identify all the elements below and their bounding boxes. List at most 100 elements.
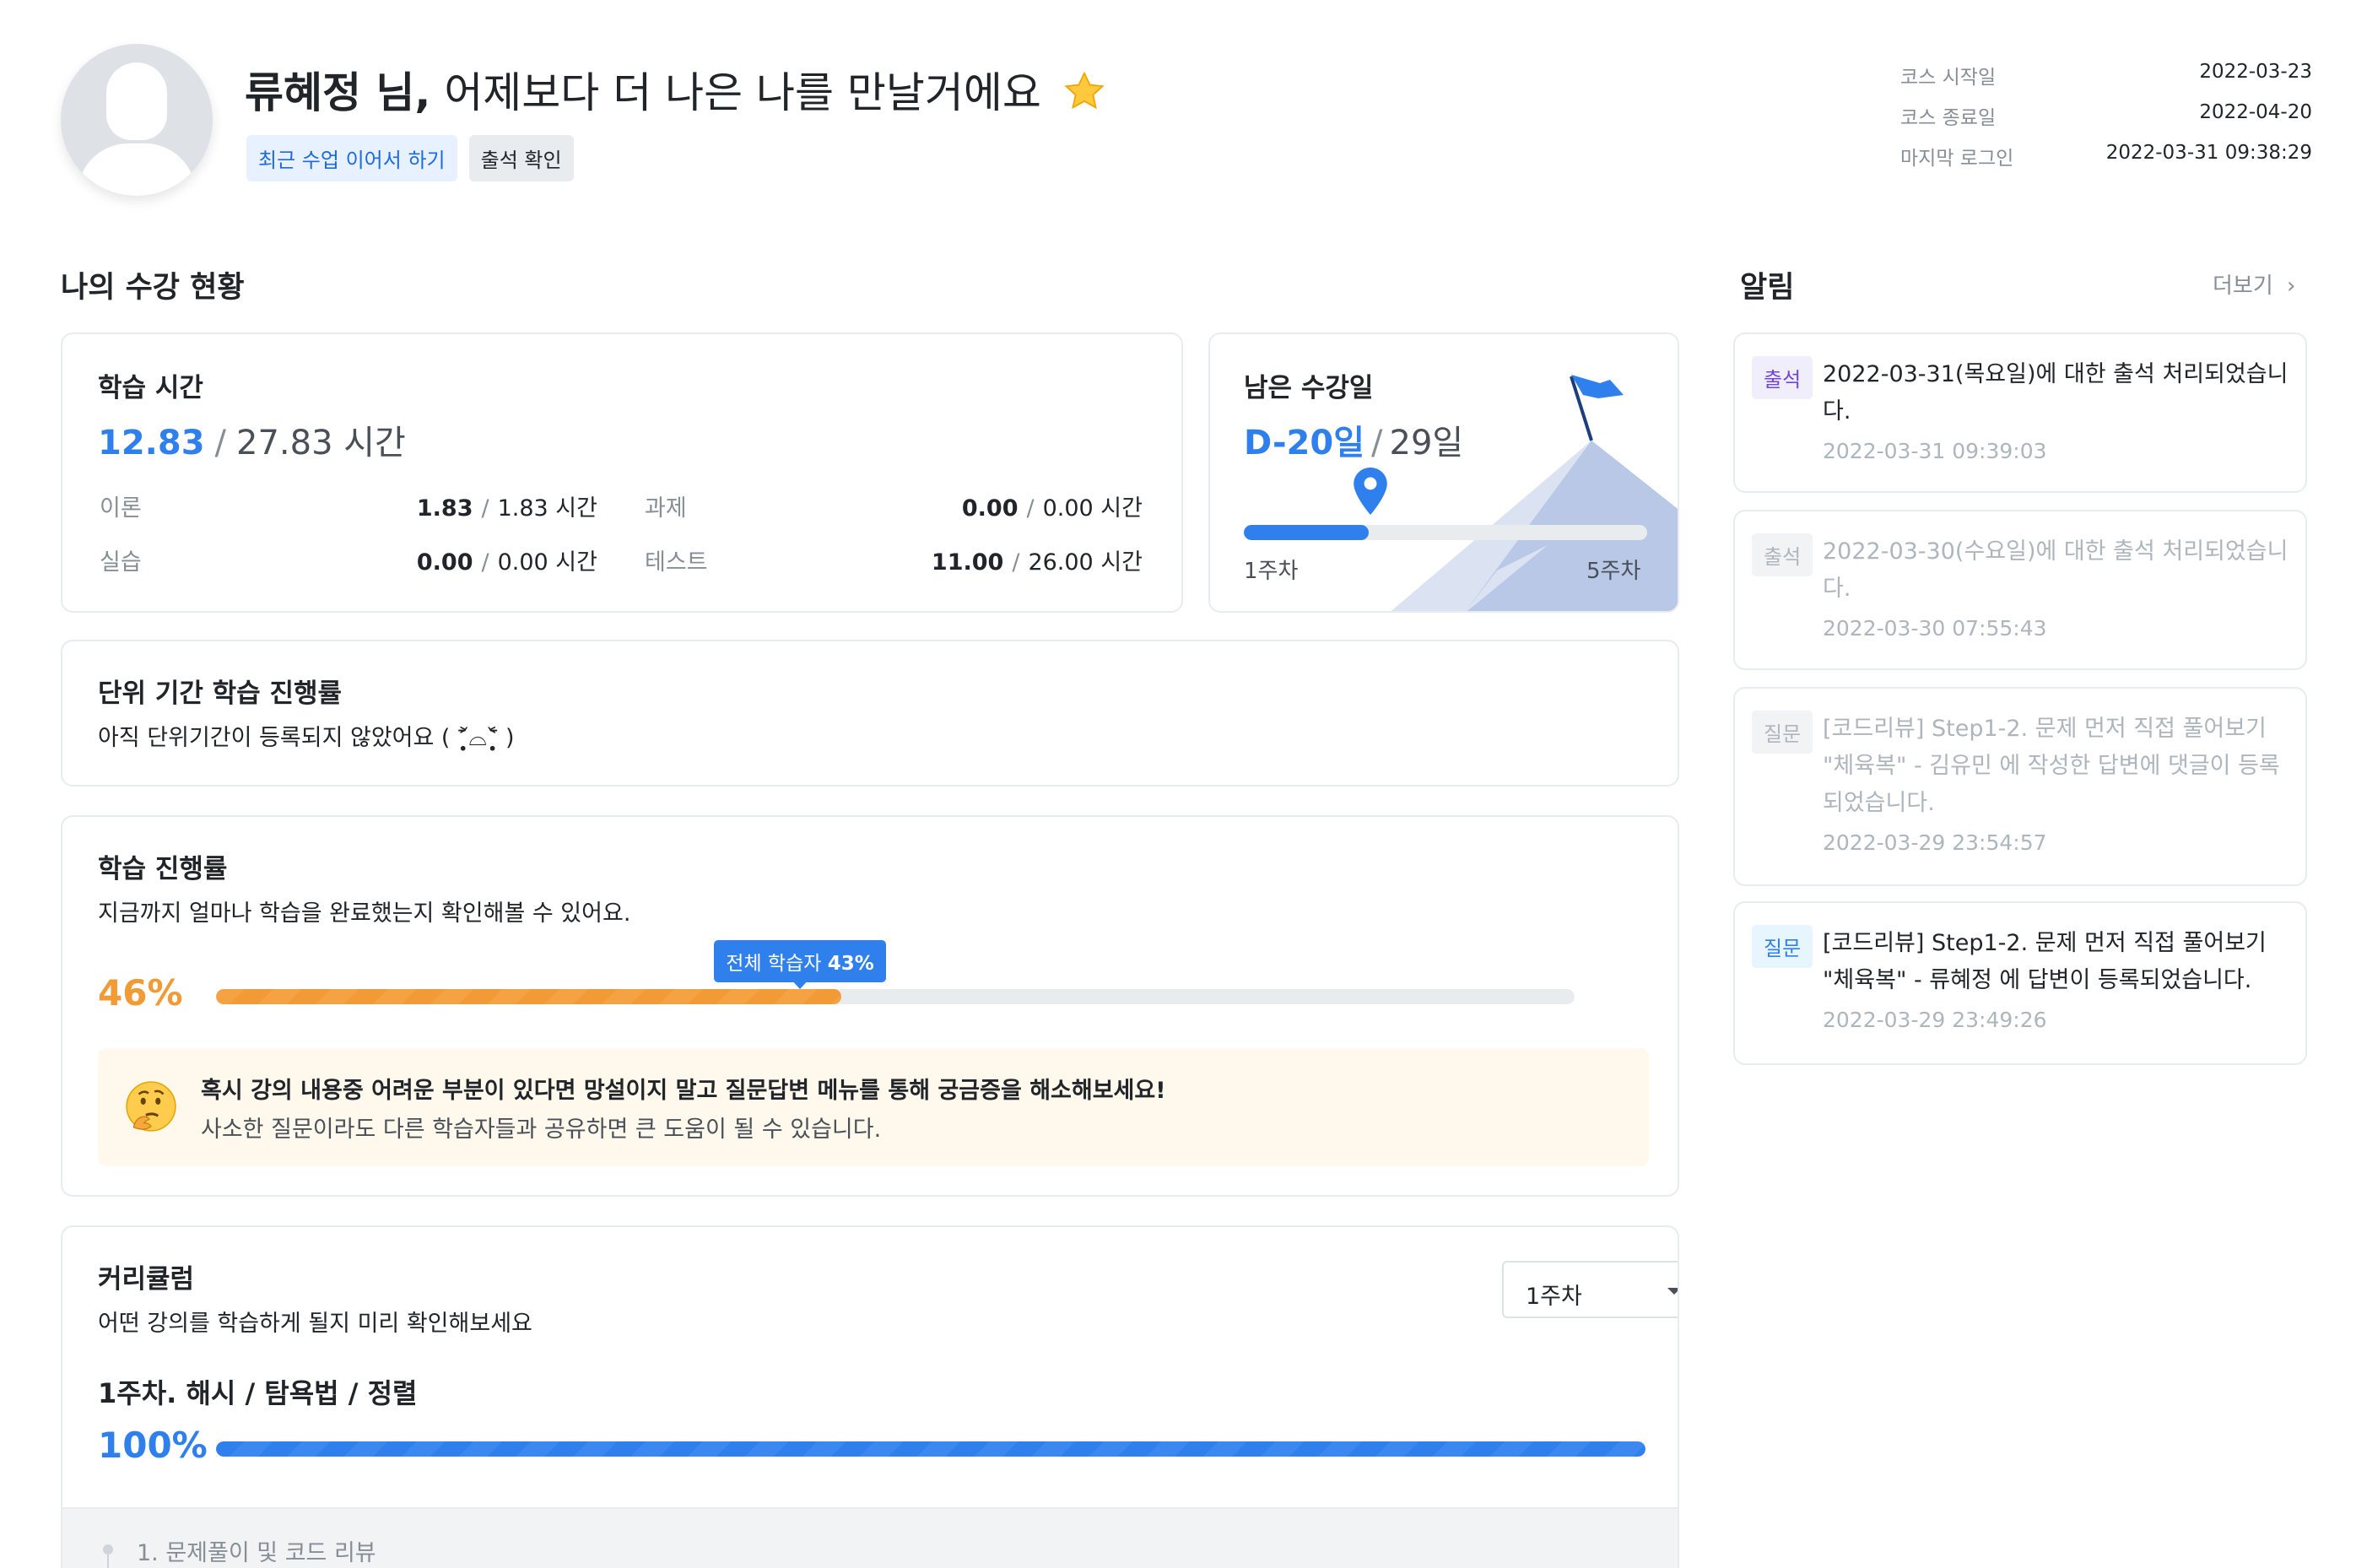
study-time-card: 학습 시간 12.83/27.83 시간 이론 1.83/1.83 시간 과제 …	[61, 333, 1183, 613]
avatar[interactable]	[61, 44, 213, 196]
location-pin-icon	[1354, 468, 1387, 515]
notification-item[interactable]: 질문 [코드리뷰] Step1-2. 문제 먼저 직접 풀어보기 "체육복" -…	[1733, 687, 2307, 886]
notifications-title: 알림	[1740, 271, 1795, 305]
stat-done: 1.83	[416, 495, 473, 522]
curriculum-subtitle: 어떤 강의를 학습하게 될지 미리 확인해보세요	[98, 1311, 532, 1337]
stat-label: 이론	[100, 495, 142, 522]
unit-period-message: 아직 단위기간이 등록되지 않았어요 ( ˃̣̣̥᷄⌓˂̣̣̥᷅ )	[98, 725, 515, 751]
continue-lesson-button[interactable]: 최근 수업 이어서 하기	[246, 135, 457, 181]
star-icon	[1064, 71, 1105, 110]
progress-percent: 46%	[98, 972, 183, 1014]
separator: /	[214, 424, 227, 462]
unit-period-card: 단위 기간 학습 진행률 아직 단위기간이 등록되지 않았어요 ( ˃̣̣̥᷄⌓…	[61, 640, 1679, 787]
meta-label: 마지막 로그인	[1900, 148, 2014, 170]
notification-time: 2022-03-29 23:49:26	[1823, 1008, 2047, 1032]
notification-text: [코드리뷰] Step1-2. 문제 먼저 직접 풀어보기 "체육복" - 김유…	[1823, 716, 2280, 816]
study-time-total: 27.83 시간	[236, 424, 406, 462]
study-time-summary: 12.83/27.83 시간	[98, 415, 406, 464]
header-actions: 최근 수업 이어서 하기 출석 확인	[246, 135, 574, 181]
dday-value: D-20일	[1244, 424, 1365, 462]
notification-badge: 질문	[1752, 711, 1813, 754]
week-progress-fill	[1244, 525, 1370, 540]
remaining-days-title: 남은 수강일	[1244, 373, 1374, 403]
stat-done: 0.00	[961, 495, 1019, 522]
timeline-dot	[103, 1544, 113, 1554]
curriculum-card: 커리큘럼 어떤 강의를 학습하게 될지 미리 확인해보세요 1주차 1주차. 해…	[61, 1225, 1679, 1568]
notification-badge: 출석	[1752, 356, 1813, 399]
lesson-list: 1. 문제풀이 및 코드 리뷰	[62, 1507, 1678, 1568]
question-tip-box: 혹시 강의 내용중 어려운 부분이 있다면 망설이지 말고 질문답변 메뉴를 통…	[98, 1048, 1649, 1166]
curriculum-progress-bar	[216, 1441, 1645, 1457]
average-label: 전체 학습자	[726, 953, 822, 975]
notification-time: 2022-03-29 23:54:57	[1823, 830, 2047, 855]
stat-done: 11.00	[931, 549, 1004, 576]
end-week-label: 5주차	[1586, 559, 1641, 584]
last-login-row: 마지막 로그인 2022-03-31 09:38:29	[1900, 142, 2312, 182]
meta-value: 2022-03-23	[2199, 61, 2312, 83]
course-start-row: 코스 시작일 2022-03-23	[1900, 61, 2312, 101]
avatar-body-shape	[78, 143, 196, 196]
remaining-days-card: 남은 수강일 D-20일/29일 1주차 5주차	[1208, 333, 1679, 613]
stat-label: 테스트	[645, 549, 708, 576]
stat-test: 테스트 11.00/26.00 시간	[645, 543, 1143, 576]
learning-progress-subtitle: 지금까지 얼마나 학습을 완료했는지 확인해볼 수 있어요.	[98, 900, 631, 927]
notification-badge: 출석	[1752, 533, 1813, 576]
stat-label: 실습	[100, 549, 142, 576]
greeting-message: 어제보다 더 나은 나를 만날거에요	[444, 68, 1041, 117]
course-meta: 코스 시작일 2022-03-23 코스 종료일 2022-04-20 마지막 …	[1900, 61, 2312, 182]
start-week-label: 1주차	[1244, 559, 1299, 584]
notification-time: 2022-03-30 07:55:43	[1823, 616, 2047, 641]
status-section-title: 나의 수강 현황	[61, 271, 245, 305]
stat-total: 1.83 시간	[497, 495, 597, 522]
notification-item[interactable]: 질문 [코드리뷰] Step1-2. 문제 먼저 직접 풀어보기 "체육복" -…	[1733, 901, 2307, 1065]
stat-total: 26.00 시간	[1028, 549, 1143, 576]
learning-progress-title: 학습 진행률	[98, 854, 228, 884]
study-time-title: 학습 시간	[98, 373, 203, 403]
meta-label: 코스 종료일	[1900, 107, 1997, 129]
unit-period-title: 단위 기간 학습 진행률	[98, 679, 343, 709]
attendance-check-button[interactable]: 출석 확인	[468, 135, 574, 181]
total-days: 29일	[1389, 424, 1464, 462]
stat-total: 0.00 시간	[497, 549, 597, 576]
stat-practice: 실습 0.00/0.00 시간	[100, 543, 597, 576]
dday-summary: D-20일/29일	[1244, 415, 1463, 464]
average-value: 43%	[827, 953, 874, 975]
user-name: 류혜정 님,	[245, 68, 431, 117]
course-end-row: 코스 종료일 2022-04-20	[1900, 101, 2312, 142]
more-link[interactable]: 더보기 ›	[2213, 268, 2295, 300]
tooltip-arrow	[791, 979, 810, 989]
stat-total: 0.00 시간	[1042, 495, 1143, 522]
stat-theory: 이론 1.83/1.83 시간	[100, 489, 597, 522]
meta-value: 2022-04-20	[2199, 101, 2312, 123]
thinking-face-icon	[126, 1081, 176, 1132]
tip-line-2: 사소한 질문이라도 다른 학습자들과 공유하면 큰 도움이 될 수 있습니다.	[201, 1117, 882, 1143]
lesson-item[interactable]: 1. 문제풀이 및 코드 리뷰	[137, 1534, 376, 1567]
week-title: 1주차. 해시 / 탐욕법 / 정렬	[98, 1377, 418, 1409]
more-label: 더보기	[2213, 273, 2273, 299]
average-learner-tooltip: 전체 학습자 43%	[714, 940, 886, 982]
notification-text: 2022-03-31(목요일)에 대한 출석 처리되었습니다.	[1823, 361, 2288, 424]
week-select[interactable]: 1주차	[1502, 1261, 1678, 1318]
timeline-line	[107, 1554, 109, 1568]
notification-item[interactable]: 출석 2022-03-30(수요일)에 대한 출석 처리되었습니다. 2022-…	[1733, 510, 2307, 670]
flag-icon	[1571, 375, 1624, 398]
caret-down-icon	[1667, 1288, 1678, 1295]
stat-assignment: 과제 0.00/0.00 시간	[645, 489, 1143, 522]
notification-badge: 질문	[1752, 925, 1813, 968]
notification-text: [코드리뷰] Step1-2. 문제 먼저 직접 풀어보기 "체육복" - 류혜…	[1823, 930, 2267, 993]
selected-week: 1주차	[1526, 1284, 1582, 1310]
greeting: 류혜정 님, 어제보다 더 나은 나를 만날거에요	[245, 59, 1107, 120]
study-time-current: 12.83	[98, 424, 205, 462]
learning-progress-card: 학습 진행률 지금까지 얼마나 학습을 완료했는지 확인해볼 수 있어요. 46…	[61, 815, 1679, 1197]
curriculum-title: 커리큘럼	[98, 1264, 195, 1295]
stat-done: 0.00	[416, 549, 473, 576]
curriculum-progress-fill	[216, 1441, 1645, 1457]
separator: /	[1371, 424, 1383, 462]
tip-line-1: 혹시 강의 내용중 어려운 부분이 있다면 망설이지 말고 질문답변 메뉴를 통…	[201, 1078, 1166, 1104]
notification-text: 2022-03-30(수요일)에 대한 출석 처리되었습니다.	[1823, 538, 2288, 602]
chevron-right-icon: ›	[2287, 273, 2296, 299]
learning-progress-bar	[216, 989, 1575, 1004]
profile-header: 류혜정 님, 어제보다 더 나은 나를 만날거에요 최근 수업 이어서 하기 출…	[0, 0, 2356, 236]
notification-item[interactable]: 출석 2022-03-31(목요일)에 대한 출석 처리되었습니다. 2022-…	[1733, 333, 2307, 493]
stat-label: 과제	[645, 495, 687, 522]
